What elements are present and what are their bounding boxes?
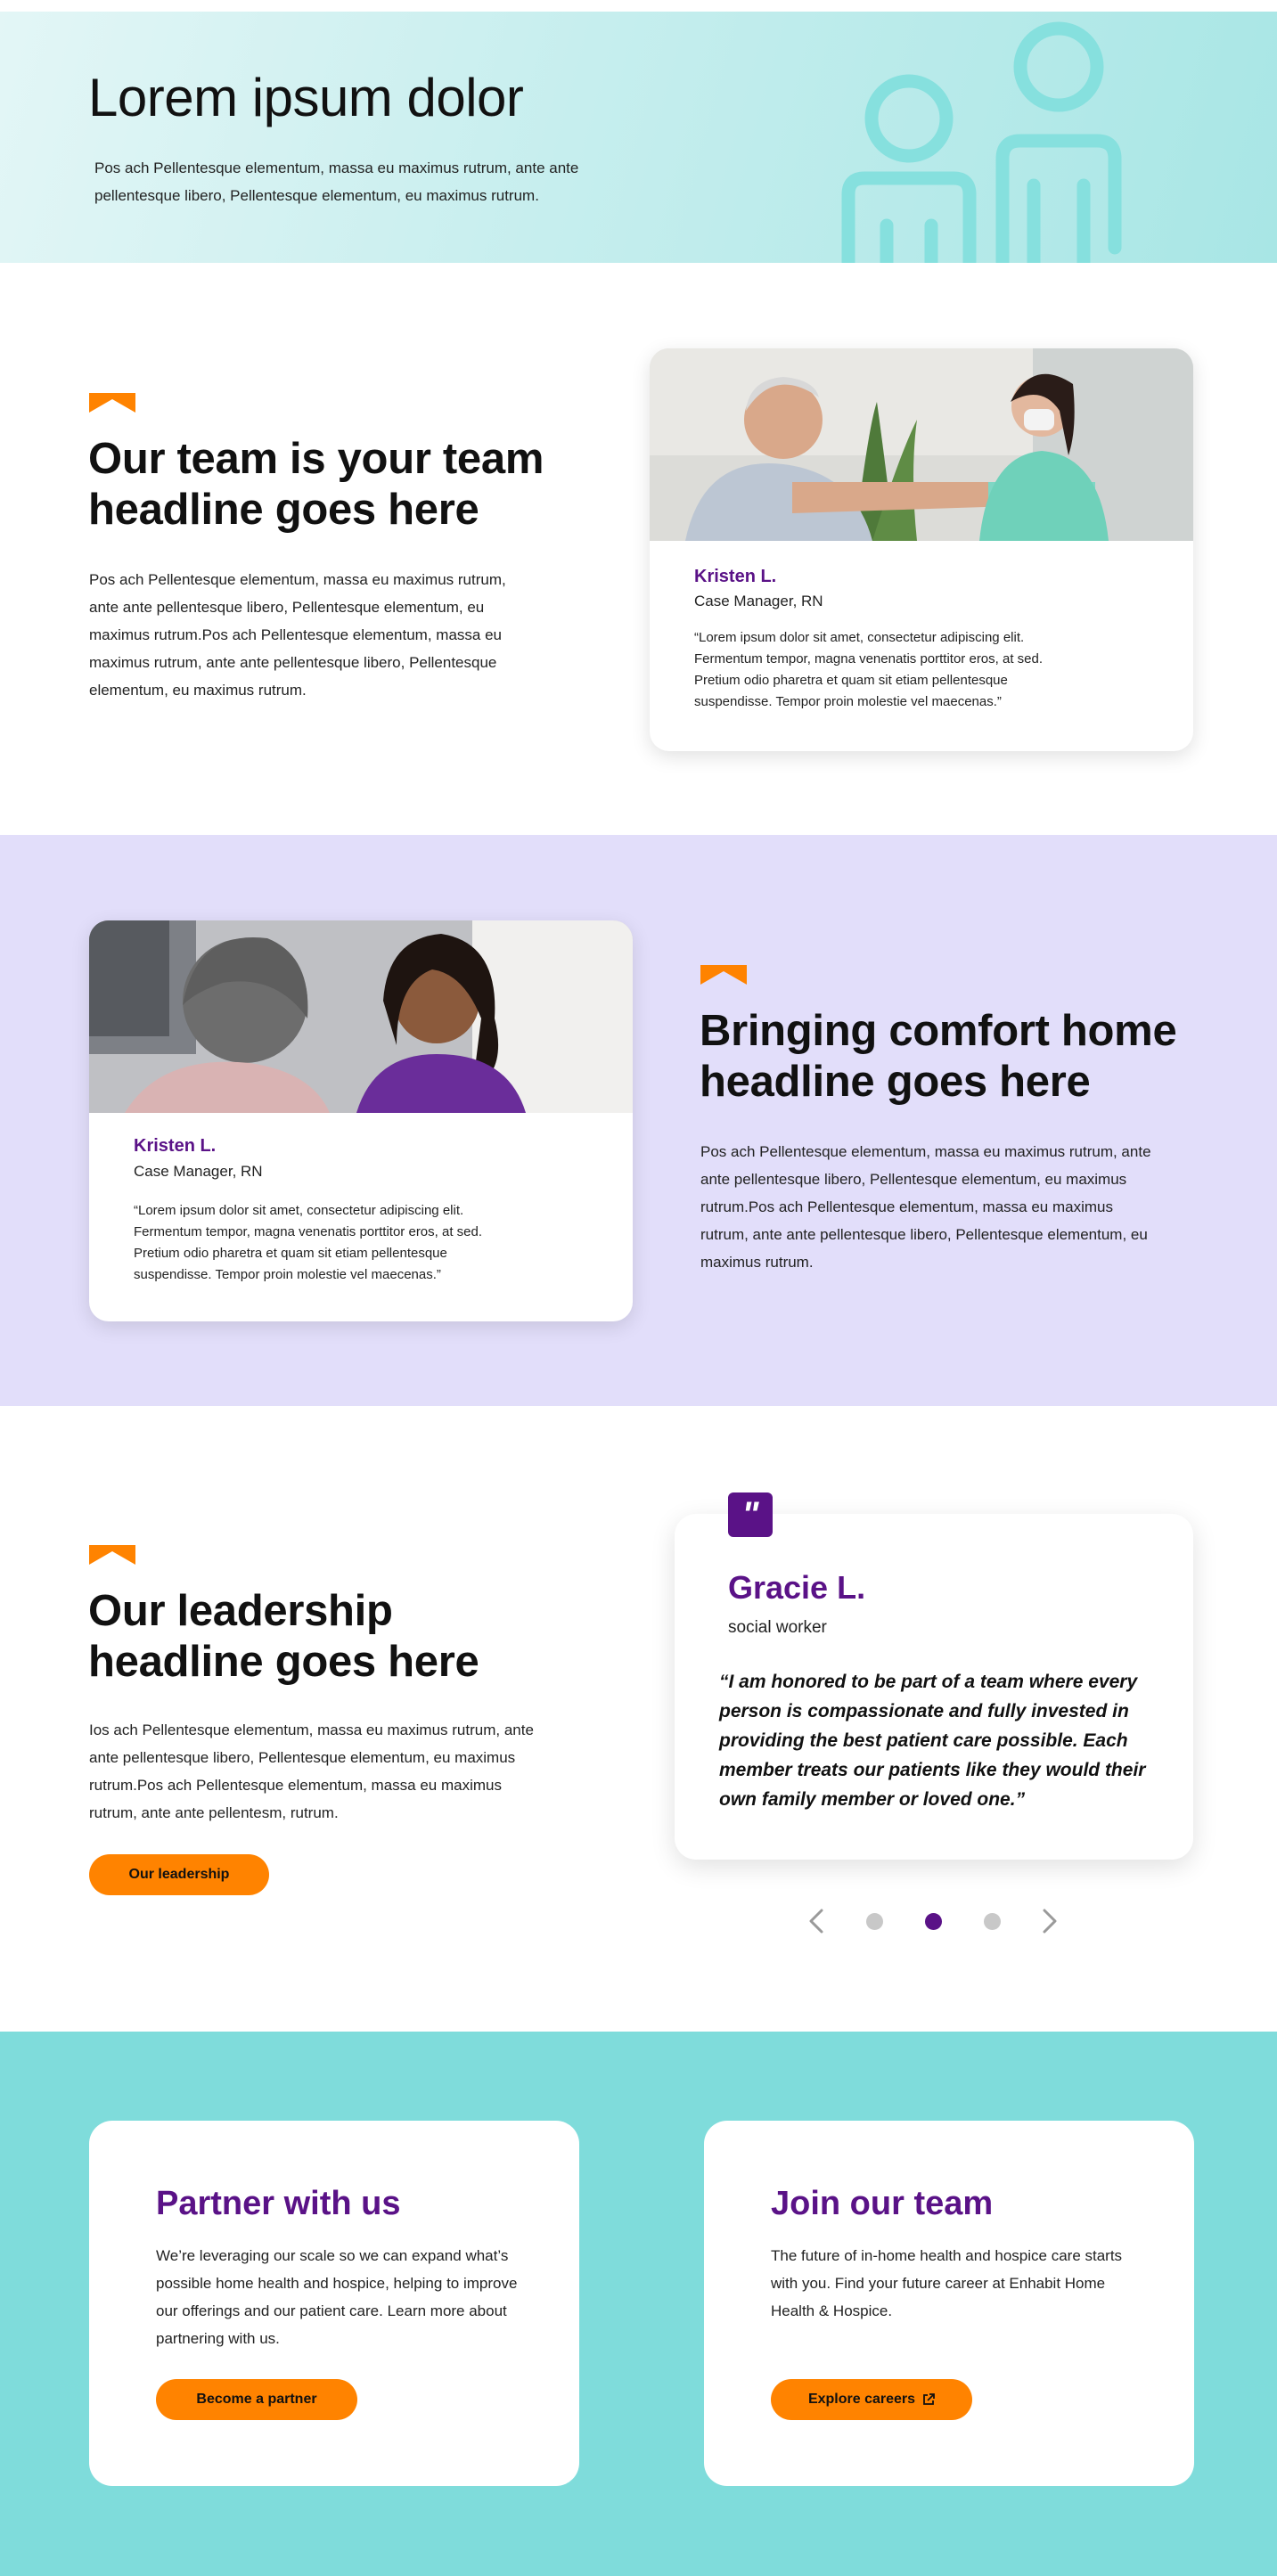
- comfort-headline: Bringing comfort home headline goes here: [700, 1007, 1177, 1106]
- team-headline: Our team is your team headline goes here: [88, 435, 544, 534]
- team-card-role: Case Manager, RN: [694, 593, 823, 609]
- team-card-name: Kristen L.: [694, 567, 777, 586]
- join-text: The future of in-home health and hospice…: [771, 2247, 1123, 2319]
- team-testimonial-card: Kristen L. Case Manager, RN “Lorem ipsum…: [650, 348, 1193, 751]
- testimonial-role: social worker: [728, 1618, 827, 1637]
- team-text: Pos ach Pellentesque elementum, massa eu…: [89, 571, 506, 699]
- comfort-card-quote: “Lorem ipsum dolor sit amet, consectetur…: [134, 1203, 483, 1282]
- partner-title: Partner with us: [156, 2185, 401, 2222]
- testimonial-quote: “I am honored to be part of a team where…: [719, 1672, 1146, 1810]
- caregiver-photo: [650, 348, 1193, 541]
- chevron-accent-icon: [89, 393, 135, 413]
- comfort-card-name: Kristen L.: [134, 1136, 217, 1156]
- explore-careers-button[interactable]: Explore careers: [771, 2379, 972, 2420]
- partner-card: Partner with us We’re leveraging our sca…: [89, 2121, 579, 2486]
- arrow-right-icon[interactable]: [1040, 1908, 1060, 1934]
- carousel-dot-2[interactable]: [925, 1913, 942, 1930]
- comfort-testimonial-card: Kristen L. Case Manager, RN “Lorem ipsum…: [89, 920, 633, 1321]
- carousel-dot-3[interactable]: [984, 1913, 1001, 1930]
- hero-text: Pos ach Pellentesque elementum, massa eu…: [94, 159, 579, 204]
- comfort-text: Pos ach Pellentesque elementum, massa eu…: [700, 1143, 1151, 1271]
- join-card: Join our team The future of in-home heal…: [704, 2121, 1194, 2486]
- carousel-dot-1[interactable]: [866, 1913, 883, 1930]
- quote-icon: ": [728, 1492, 773, 1537]
- become-partner-button[interactable]: Become a partner: [156, 2379, 357, 2420]
- arrow-left-icon[interactable]: [806, 1908, 826, 1934]
- chevron-accent-icon: [700, 965, 747, 985]
- external-link-icon: [923, 2393, 935, 2405]
- hero-title: Lorem ipsum dolor: [88, 68, 524, 127]
- people-icon: [841, 21, 1122, 263]
- testimonial-name: Gracie L.: [728, 1569, 866, 1606]
- comfort-card-role: Case Manager, RN: [134, 1163, 263, 1180]
- team-card-quote: “Lorem ipsum dolor sit amet, consectetur…: [694, 630, 1044, 709]
- leadership-text: Ios ach Pellentesque elementum, massa eu…: [89, 1721, 534, 1821]
- join-title: Join our team: [771, 2185, 994, 2222]
- explore-careers-label: Explore careers: [807, 2392, 916, 2407]
- hero-banner: Lorem ipsum dolor Pos ach Pellentesque e…: [0, 12, 1277, 263]
- leadership-headline: Our leadership headline goes here: [88, 1587, 479, 1686]
- our-leadership-button[interactable]: Our leadership: [89, 1854, 269, 1895]
- chevron-accent-icon: [89, 1545, 135, 1565]
- testimonial-card: Gracie L. social worker “I am honored to…: [675, 1514, 1193, 1860]
- caregiver-visit-photo: [89, 920, 633, 1113]
- partner-text: We’re leveraging our scale so we can exp…: [156, 2247, 518, 2347]
